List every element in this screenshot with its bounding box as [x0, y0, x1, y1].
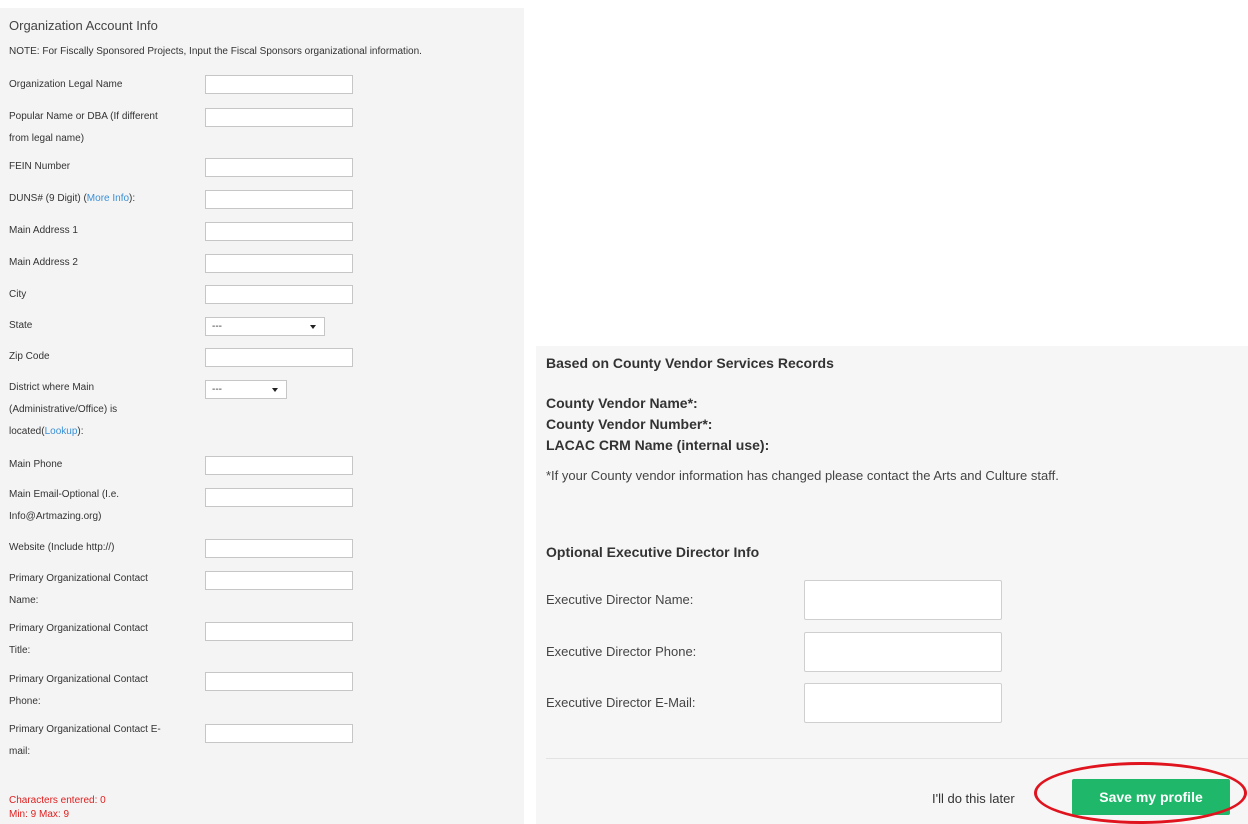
contact-email-label: Primary Organizational Contact E- mail: — [9, 719, 199, 763]
city-label: City — [9, 289, 27, 300]
phone-input[interactable] — [205, 456, 353, 475]
website-label: Website (Include http://) — [9, 542, 115, 553]
duns-more-info-link[interactable]: More Info — [87, 193, 129, 204]
contact-email-input[interactable] — [205, 724, 353, 743]
fein-label: FEIN Number — [9, 161, 71, 172]
district-label-line2: (Administrative/Office) is — [9, 404, 118, 415]
address2-label: Main Address 2 — [9, 257, 78, 268]
zip-label: Zip Code — [9, 351, 50, 362]
fiscal-sponsor-note: NOTE: For Fiscally Sponsored Projects, I… — [9, 46, 422, 57]
contact-title-label-line2: Title: — [9, 645, 31, 656]
contact-name-label-line1: Primary Organizational Contact — [9, 573, 148, 584]
contact-phone-label: Primary Organizational Contact Phone: — [9, 669, 199, 713]
duns-label: DUNS# (9 Digit) (More Info): — [9, 188, 199, 210]
duns-label-prefix: DUNS# (9 Digit) ( — [9, 193, 87, 204]
fein-input[interactable] — [205, 158, 353, 177]
state-label: State — [9, 320, 33, 331]
chevron-down-icon — [272, 388, 278, 392]
county-vendor-name-label: County Vendor Name*: — [546, 395, 698, 411]
duns-label-suffix: ): — [129, 193, 136, 204]
executive-director-name-input[interactable] — [804, 580, 1002, 620]
district-label-line3-suffix: ): — [77, 426, 84, 437]
email-input[interactable] — [205, 488, 353, 507]
characters-entered-counter: Characters entered: 0 — [9, 795, 106, 806]
contact-title-input[interactable] — [205, 622, 353, 641]
save-profile-button[interactable]: Save my profile — [1072, 779, 1230, 815]
contact-name-input[interactable] — [205, 571, 353, 590]
district-label-line1: District where Main — [9, 382, 95, 393]
email-label-line2: Info@Artmazing.org) — [9, 511, 102, 522]
city-input[interactable] — [205, 285, 353, 304]
contact-name-label: Primary Organizational Contact Name: — [9, 568, 199, 612]
executive-director-phone-label: Executive Director Phone: — [546, 644, 697, 659]
website-input[interactable] — [205, 539, 353, 558]
executive-director-email-label: Executive Director E-Mail: — [546, 695, 696, 710]
executive-director-email-input[interactable] — [804, 683, 1002, 723]
crm-name-label: LACAC CRM Name (internal use): — [546, 437, 770, 453]
district-label: District where Main (Administrative/Offi… — [9, 377, 199, 443]
popular-name-label-line1: Popular Name or DBA (If different — [9, 111, 158, 122]
do-this-later-link[interactable]: I'll do this later — [932, 791, 1015, 806]
legal-name-label: Organization Legal Name — [9, 79, 123, 90]
footer-divider — [546, 758, 1248, 759]
address1-input[interactable] — [205, 222, 353, 241]
county-vendor-number-label: County Vendor Number*: — [546, 416, 713, 432]
contact-email-label-line2: mail: — [9, 746, 31, 757]
duns-input[interactable] — [205, 190, 353, 209]
district-lookup-link[interactable]: Lookup — [45, 426, 78, 437]
chevron-down-icon — [310, 325, 316, 329]
email-label-line1: Main Email-Optional (I.e. — [9, 489, 120, 500]
state-select-value: --- — [212, 321, 222, 332]
legal-name-input[interactable] — [205, 75, 353, 94]
popular-name-input[interactable] — [205, 108, 353, 127]
contact-phone-label-line1: Primary Organizational Contact — [9, 674, 148, 685]
email-label: Main Email-Optional (I.e. Info@Artmazing… — [9, 484, 199, 528]
contact-phone-label-line2: Phone: — [9, 696, 41, 707]
vendor-records-heading: Based on County Vendor Services Records — [546, 355, 834, 371]
district-select-value: --- — [212, 384, 222, 395]
address2-input[interactable] — [205, 254, 353, 273]
executive-director-phone-input[interactable] — [804, 632, 1002, 672]
contact-phone-input[interactable] — [205, 672, 353, 691]
popular-name-label: Popular Name or DBA (If different from l… — [9, 106, 199, 150]
state-select[interactable]: --- — [205, 317, 325, 336]
district-label-line3: located( — [9, 426, 45, 437]
executive-director-name-label: Executive Director Name: — [546, 592, 694, 607]
contact-name-label-line2: Name: — [9, 595, 39, 606]
section-title: Organization Account Info — [9, 18, 158, 33]
contact-title-label: Primary Organizational Contact Title: — [9, 618, 199, 662]
organization-account-panel: Organization Account Info NOTE: For Fisc… — [0, 8, 524, 824]
popular-name-label-line2: from legal name) — [9, 133, 85, 144]
min-max-hint: Min: 9 Max: 9 — [9, 809, 70, 820]
vendor-profile-panel: Based on County Vendor Services Records … — [536, 346, 1248, 824]
zip-input[interactable] — [205, 348, 353, 367]
phone-label: Main Phone — [9, 459, 63, 470]
contact-email-label-line1: Primary Organizational Contact E- — [9, 724, 161, 735]
district-select[interactable]: --- — [205, 380, 287, 399]
contact-title-label-line1: Primary Organizational Contact — [9, 623, 148, 634]
address1-label: Main Address 1 — [9, 225, 78, 236]
vendor-info-note: *If your County vendor information has c… — [546, 468, 1059, 483]
executive-director-heading: Optional Executive Director Info — [546, 544, 760, 560]
